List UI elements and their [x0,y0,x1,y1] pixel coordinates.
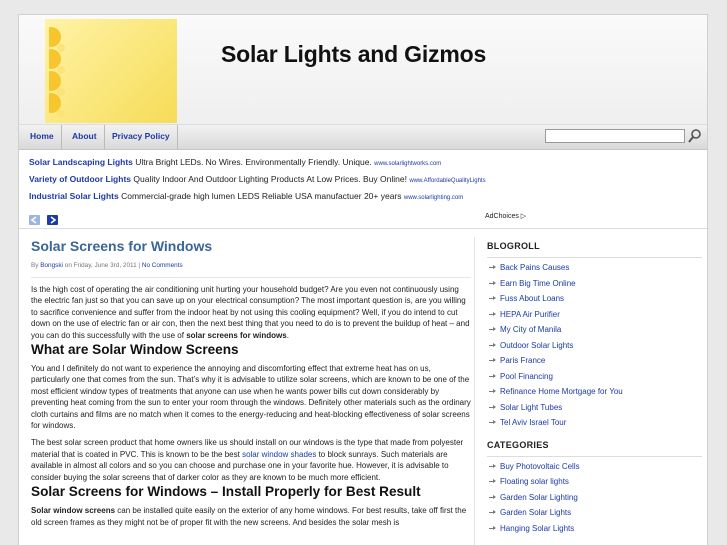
meta-by: By [31,262,41,269]
sun-icon [49,27,65,118]
author-link[interactable]: Bongski [40,262,63,269]
ad-url-link[interactable]: www.solarlighting.com [404,195,463,201]
bold-text: solar screens for windows [186,330,287,340]
ad-line: Solar Landscaping Lights Ultra Bright LE… [29,157,699,174]
site-title[interactable]: Solar Lights and Gizmos [221,41,486,68]
category-link[interactable]: Buy Photovoltaic Cells [487,462,702,478]
post-content: Solar Screens for Windows By Bongski on … [31,235,471,528]
blogroll-link[interactable]: Solar Light Tubes [487,403,702,419]
ad-description: Ultra Bright LEDs. No Wires. Environment… [135,157,372,167]
ad-title-link[interactable]: Industrial Solar Lights [29,191,119,201]
search-icon[interactable] [688,128,702,144]
categories-list: Buy Photovoltaic Cells Floating solar li… [487,462,702,540]
page-container: Solar Lights and Gizmos Home About Priva… [18,14,708,545]
arrow-right-icon[interactable] [47,215,59,225]
section-heading: Solar Screens for Windows – Install Prop… [31,484,421,500]
nav-home[interactable]: Home [23,125,62,149]
ad-url-link[interactable]: www.solarlightworks.com [374,161,441,167]
post-title[interactable]: Solar Screens for Windows [31,238,471,254]
ad-description: Quality Indoor And Outdoor Lighting Prod… [133,174,407,184]
ad-arrows [29,210,60,229]
column-divider [474,237,475,545]
ad-title-link[interactable]: Solar Landscaping Lights [29,157,133,167]
nav-about[interactable]: About [65,125,105,149]
ad-line: Variety of Outdoor Lights Quality Indoor… [29,174,699,191]
blogroll-title: BLOGROLL [487,241,702,258]
paragraph: You and I definitely do not want to expe… [31,364,471,431]
paragraph: The best solar screen product that home … [31,437,471,483]
category-link[interactable]: Garden Solar Lighting [487,493,702,509]
blogroll-link[interactable]: Back Pains Causes [487,263,702,279]
blogroll-link[interactable]: Refinance Home Mortgage for You [487,387,702,403]
blogroll-link[interactable]: Earn Big Time Online [487,279,702,295]
ad-line: Industrial Solar Lights Commercial-grade… [29,191,699,208]
section-heading: What are Solar Window Screens [31,342,239,358]
blogroll-link[interactable]: Pool Financing [487,372,702,388]
ad-title-link[interactable]: Variety of Outdoor Lights [29,174,131,184]
ad-description: Commercial-grade high lumen LEDS Reliabl… [121,191,402,201]
category-link[interactable]: Hanging Solar Lights [487,524,702,540]
divider [19,228,707,229]
main-nav: Home About Privacy Policy [19,125,707,150]
blogroll-link[interactable]: Tel Aviv Israel Tour [487,418,702,434]
blogroll-link[interactable]: My City of Manila [487,325,702,341]
category-link[interactable]: Garden Solar Lights [487,508,702,524]
ad-url-link[interactable]: www.AffordableQualityLights [409,178,485,184]
adchoices-link[interactable]: AdChoices ▷ [485,212,526,220]
sun-banner [45,19,177,123]
search-input[interactable] [545,129,685,143]
ad-block: Solar Landscaping Lights Ultra Bright LE… [29,157,699,208]
category-link[interactable]: Floating solar lights [487,477,702,493]
arrow-left-icon[interactable] [29,215,40,225]
blogroll-link[interactable]: Fuss About Loans [487,294,702,310]
nav-privacy-policy[interactable]: Privacy Policy [105,125,178,149]
paragraph-text: . [286,330,289,340]
categories-title: CATEGORIES [487,440,702,457]
paragraph: Solar window screens can be installed qu… [31,505,471,528]
paragraph: Is the high cost of operating the air co… [31,284,471,341]
blogroll-link[interactable]: Outdoor Solar Lights [487,341,702,357]
bold-text: Solar window screens [31,506,116,516]
blogroll-list: Back Pains Causes Earn Big Time Online F… [487,263,702,434]
site-header: Solar Lights and Gizmos [19,15,707,125]
blogroll-link[interactable]: HEPA Air Purifier [487,310,702,326]
blogroll-link[interactable]: Paris France [487,356,702,372]
sidebar: BLOGROLL Back Pains Causes Earn Big Time… [487,241,702,545]
post-meta: By Bongski on Friday, June 3rd, 2011 | N… [31,262,471,269]
solar-window-shades-link[interactable]: solar window shades [242,450,316,459]
meta-date: on Friday, June 3rd, 2011 | [62,262,142,269]
meta-divider [31,277,471,278]
comments-link[interactable]: No Comments [142,262,183,269]
